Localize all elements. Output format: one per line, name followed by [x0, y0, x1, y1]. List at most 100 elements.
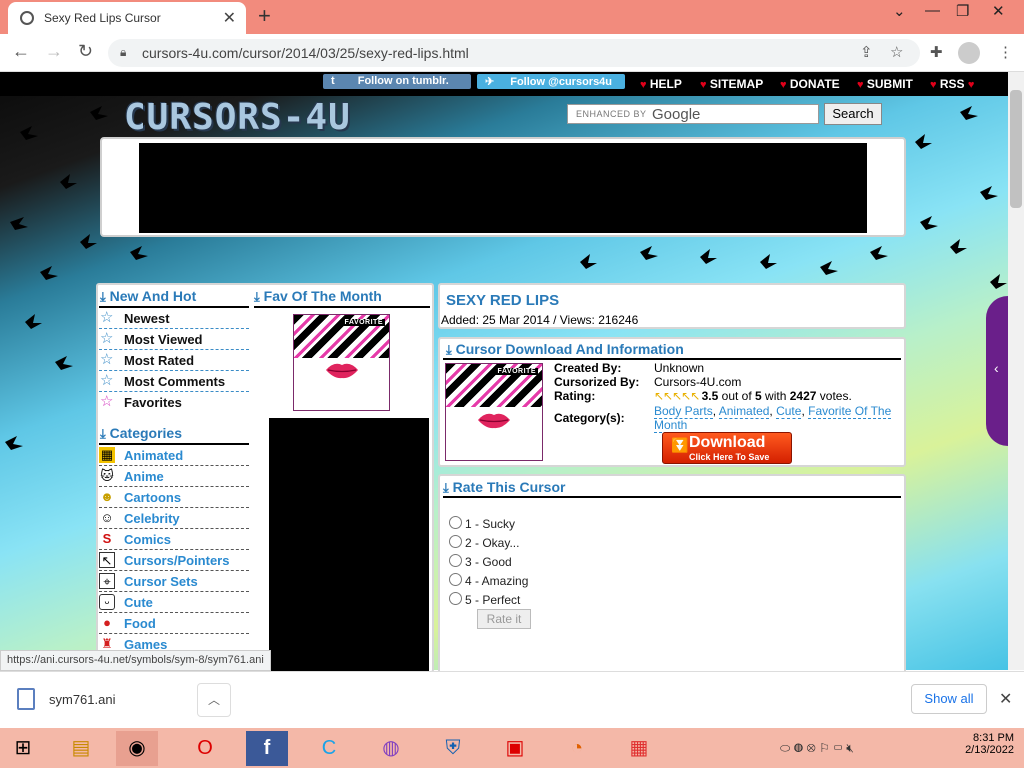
- rating-stars-icon: ↖↖↖↖↖: [654, 389, 702, 403]
- category-label: Cursor Sets: [124, 574, 198, 589]
- favorite-tag: FAVORITE: [495, 368, 538, 375]
- category-label: Food: [124, 616, 156, 631]
- category-label: Animated: [124, 448, 184, 463]
- scrollbar-thumb[interactable]: [1010, 90, 1022, 208]
- file-explorer-icon[interactable]: ▤: [60, 731, 102, 766]
- search-input[interactable]: ENHANCED BY Google: [567, 104, 819, 124]
- nav-submit[interactable]: ♥ SUBMIT: [857, 77, 913, 91]
- side-ad[interactable]: [269, 418, 429, 673]
- menu-item-most-viewed[interactable]: ☆ Most Viewed: [99, 329, 249, 350]
- category-link[interactable]: Animated: [718, 404, 770, 419]
- heart-icon: ♥: [857, 79, 864, 91]
- rating-text: votes.: [819, 389, 852, 403]
- address-bar[interactable]: 🔒︎ cursors-4u.com/cursor/2014/03/25/sexy…: [108, 39, 920, 67]
- back-icon[interactable]: ←: [12, 41, 30, 62]
- category-cursors-pointers[interactable]: ↖ Cursors/Pointers: [99, 550, 249, 571]
- download-arrow-icon: ⤓: [100, 426, 106, 441]
- chrome-icon[interactable]: ◉: [116, 731, 158, 766]
- heart-icon: ♥: [640, 79, 647, 91]
- download-button[interactable]: ⏬ Download Click Here To Save: [662, 432, 792, 464]
- category-label: Cartoons: [124, 490, 182, 505]
- nav-donate-label: DONATE: [789, 77, 840, 91]
- close-tab-icon[interactable]: ✕: [223, 8, 236, 28]
- category-cartoons[interactable]: ☻ Cartoons: [99, 487, 249, 508]
- category-label: Category(s):: [554, 411, 625, 425]
- category-animated[interactable]: ▦ Animated: [99, 445, 249, 466]
- opera-icon[interactable]: O: [184, 731, 226, 766]
- video-recorder-icon[interactable]: ▣: [494, 731, 536, 766]
- nav-help[interactable]: ♥ HELP: [640, 77, 682, 91]
- category-cursor-sets[interactable]: ⌖ Cursor Sets: [99, 571, 249, 592]
- share-icon[interactable]: ⇪: [860, 43, 873, 61]
- rate-radio-4[interactable]: [449, 573, 462, 586]
- menu-icon[interactable]: ⋮: [998, 43, 1013, 61]
- tray-icons[interactable]: ⬭ ◍ ⊗ ⚐ ▭ 🔇︎: [780, 741, 854, 756]
- rate-radio-3[interactable]: [449, 554, 462, 567]
- minimize-button[interactable]: —: [925, 2, 940, 19]
- menu-item-favorites[interactable]: ☆ Favorites: [99, 392, 249, 413]
- menu-item-newest[interactable]: ☆ Newest: [99, 308, 249, 329]
- search-button[interactable]: Search: [824, 103, 882, 125]
- firefox-icon[interactable]: ◔: [556, 731, 598, 766]
- twitter-bird-icon: ✈: [485, 76, 495, 88]
- heart-icon: ♥: [967, 79, 975, 91]
- facebook-icon[interactable]: f: [246, 731, 288, 766]
- nav-sitemap[interactable]: ♥ SITEMAP: [700, 77, 763, 91]
- category-label: Cursors/Pointers: [124, 553, 230, 568]
- menu-item-label: Favorites: [124, 395, 182, 410]
- rate-radio-1[interactable]: [449, 516, 462, 529]
- cursor-preview-thumbnail[interactable]: FAVORITE: [445, 363, 543, 461]
- ad-banner[interactable]: [139, 143, 867, 233]
- clock[interactable]: 8:31 PM 2/13/2022: [950, 732, 1014, 756]
- category-anime[interactable]: 🐱︎ Anime: [99, 466, 249, 487]
- category-celebrity[interactable]: ☺ Celebrity: [99, 508, 249, 529]
- close-icon[interactable]: ✕: [999, 689, 1012, 709]
- red-lips-icon: [478, 413, 510, 428]
- tab-search-icon[interactable]: ⌄: [893, 2, 906, 20]
- twitter-follow-button[interactable]: ✈ Follow @cursors4u: [477, 74, 625, 89]
- reload-icon[interactable]: ↻: [78, 41, 93, 62]
- nav-rss[interactable]: ♥ RSS ♥: [930, 77, 974, 91]
- browser-lock-icon[interactable]: ◍: [370, 731, 412, 766]
- tumblr-follow-button[interactable]: t Follow on tumblr.: [323, 74, 471, 89]
- restore-button[interactable]: ❐: [956, 2, 969, 20]
- cartoons-icon: ☻: [100, 489, 114, 504]
- category-food[interactable]: ● Food: [99, 613, 249, 634]
- new-and-hot-title: New And Hot: [109, 288, 197, 304]
- site-logo[interactable]: CURSORS-4U: [124, 97, 351, 138]
- category-link[interactable]: Cute: [776, 404, 802, 419]
- fav-of-month-header: ⤓ Fav Of The Month: [254, 288, 382, 305]
- bookmark-star-icon[interactable]: ☆: [890, 43, 903, 61]
- rating-label: Rating:: [554, 389, 596, 403]
- download-filename[interactable]: sym761.ani: [49, 692, 115, 707]
- nav-donate[interactable]: ♥ DONATE: [780, 77, 840, 91]
- rate-it-button[interactable]: Rate it: [477, 609, 531, 629]
- category-link[interactable]: Body Parts: [654, 404, 713, 419]
- chevron-up-icon[interactable]: ︿: [197, 683, 231, 717]
- rating-text: out of: [721, 389, 752, 403]
- fav-of-month-thumbnail[interactable]: FAVORITE: [293, 314, 390, 411]
- extensions-icon[interactable]: ✚: [930, 43, 943, 61]
- url-text: cursors-4u.com/cursor/2014/03/25/sexy-re…: [142, 45, 469, 61]
- menu-item-most-comments[interactable]: ☆ Most Comments: [99, 371, 249, 392]
- shield-icon[interactable]: ⛨: [432, 731, 474, 766]
- ccleaner-icon[interactable]: C: [308, 731, 350, 766]
- side-share-tab[interactable]: ‹: [986, 296, 1008, 446]
- category-comics[interactable]: S Comics: [99, 529, 249, 550]
- divider: [443, 496, 901, 498]
- tumblr-follow-label: Follow on tumblr.: [357, 75, 449, 87]
- star-icon: ☆: [100, 351, 114, 368]
- app-grid-icon[interactable]: ▦: [618, 731, 660, 766]
- forward-icon[interactable]: →: [45, 41, 63, 62]
- menu-item-most-rated[interactable]: ☆ Most Rated: [99, 350, 249, 371]
- new-tab-button[interactable]: +: [258, 3, 271, 29]
- category-cute[interactable]: ᵕ Cute: [99, 592, 249, 613]
- show-all-button[interactable]: Show all: [911, 684, 987, 714]
- rate-radio-5[interactable]: [449, 592, 462, 605]
- close-window-button[interactable]: ✕: [992, 2, 1005, 20]
- profile-avatar[interactable]: [958, 42, 980, 64]
- browser-tab[interactable]: Sexy Red Lips Cursor ✕: [8, 2, 246, 34]
- windows-start-icon[interactable]: ⊞: [2, 731, 44, 766]
- rate-radio-2[interactable]: [449, 535, 462, 548]
- heart-icon: ♥: [930, 79, 937, 91]
